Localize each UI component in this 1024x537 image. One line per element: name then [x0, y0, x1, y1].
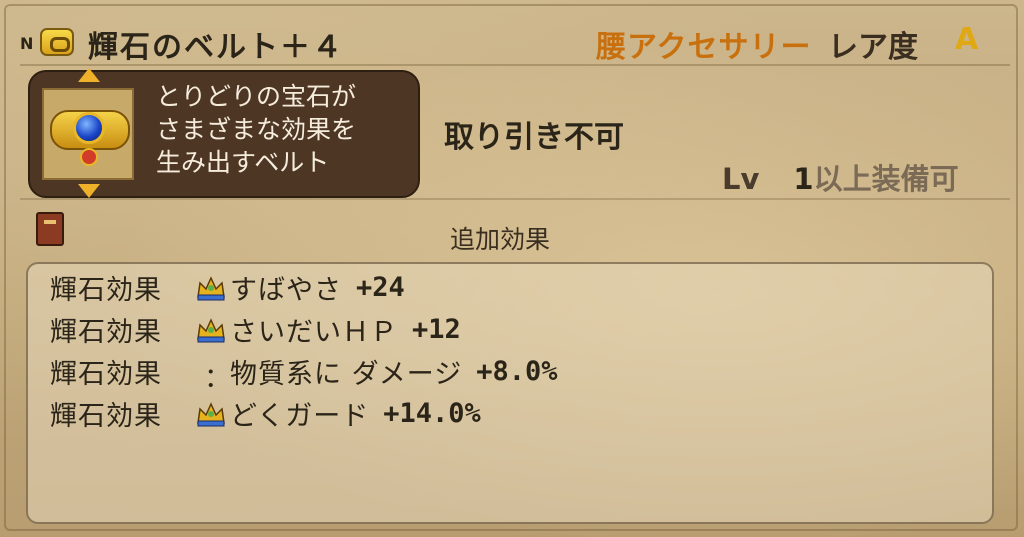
trade-status: 取り引き不可 — [444, 120, 624, 155]
item-name: 輝石のベルト＋４ — [88, 30, 344, 65]
header-divider — [20, 64, 1010, 66]
effect-value: +24 — [356, 271, 405, 303]
effect-name: さいだいＨＰ — [230, 316, 398, 348]
ruby-gem-icon — [80, 148, 98, 166]
description-line: 生み出すベルト — [156, 148, 330, 177]
rarity-value: A — [955, 22, 979, 57]
level-requirement: Lv 1以上装備可 — [722, 156, 959, 198]
description-line: さまざまな効果を — [156, 115, 357, 144]
effect-row: 輝石効果 ： 物質系に ダメージ +8.0% — [50, 354, 558, 395]
effect-label: 輝石効果 — [50, 358, 162, 390]
level-suffix: 以上装備可 — [813, 162, 959, 196]
effect-row: 輝石効果 さいだいＨＰ +12 — [50, 312, 461, 348]
colon-marker: ： — [204, 363, 231, 394]
book-icon[interactable] — [36, 212, 64, 246]
effect-row: 輝石効果 すばやさ +24 — [50, 270, 405, 306]
level-prefix: Lv — [722, 162, 760, 196]
accessory-type-icon — [40, 28, 74, 56]
crown-icon — [197, 402, 225, 427]
effect-value: +14.0% — [383, 397, 481, 429]
crown-icon — [197, 318, 225, 343]
rarity-label: レア度 — [828, 30, 918, 65]
crown-icon — [197, 276, 225, 301]
description-line: とりどりの宝石が — [156, 82, 357, 111]
effect-name: 物質系に ダメージ — [230, 358, 463, 390]
effect-label: 輝石効果 — [50, 400, 162, 432]
item-description: とりどりの宝石が さまざまな効果を 生み出すベルト — [156, 80, 356, 179]
item-category: 腰アクセサリー — [596, 30, 812, 65]
effect-row: 輝石効果 どくガード +14.0% — [50, 396, 481, 432]
effect-value: +12 — [412, 313, 461, 345]
level-value: 1 — [793, 162, 814, 196]
scroll-down-arrow-icon[interactable] — [78, 184, 100, 198]
section-divider — [20, 198, 1010, 200]
effect-name: どくガード — [230, 400, 370, 432]
effect-label: 輝石効果 — [50, 316, 162, 348]
extra-effects-label: 追加効果 — [450, 225, 551, 254]
sapphire-gem-icon — [73, 112, 105, 144]
scroll-up-arrow-icon[interactable] — [78, 68, 100, 82]
effect-name: すばやさ — [230, 274, 342, 306]
effect-value: +8.0% — [476, 355, 558, 387]
rank-marker: N — [20, 34, 34, 53]
effect-label: 輝石効果 — [50, 274, 162, 306]
